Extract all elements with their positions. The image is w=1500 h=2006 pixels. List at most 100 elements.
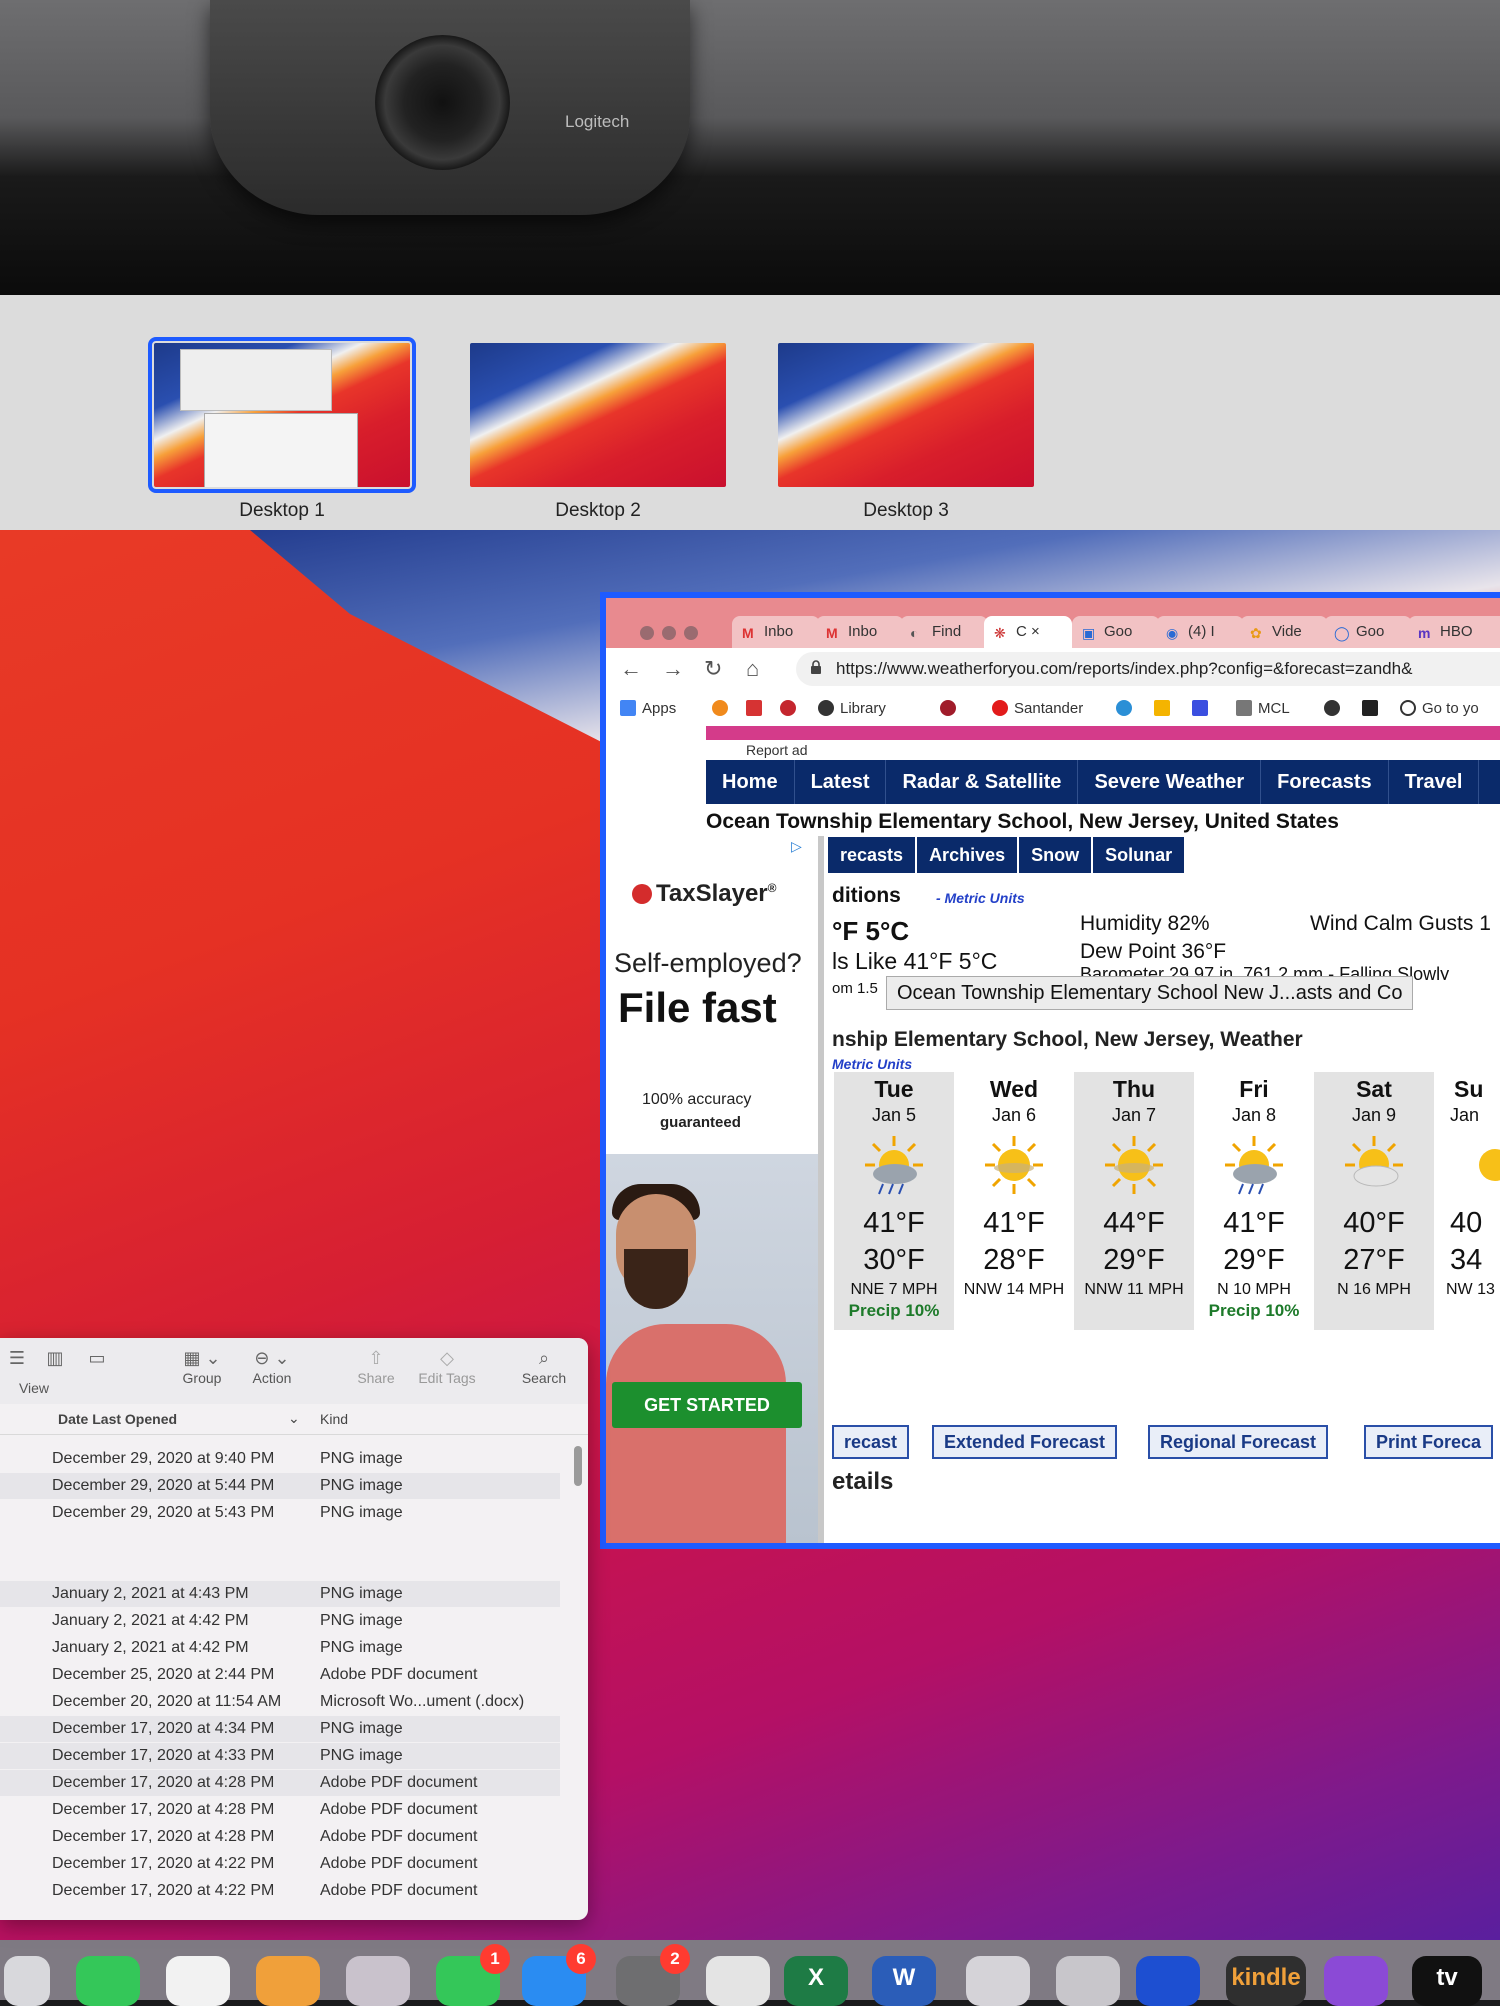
table-row[interactable]: January 2, 2021 at 4:42 PM PNG image (0, 1635, 560, 1661)
bookmark-mcl[interactable]: MCL (1236, 700, 1290, 717)
tab-find[interactable]: ◐ Find (900, 616, 988, 648)
forward-icon[interactable]: → (662, 656, 684, 682)
finder-scrollbar[interactable] (574, 1446, 582, 1486)
list-view-icon[interactable]: ☰ (2, 1348, 32, 1370)
subnav-snow[interactable]: Snow (1019, 837, 1094, 873)
table-row[interactable]: January 2, 2021 at 4:43 PM PNG image (0, 1581, 560, 1607)
dock-kindle-icon[interactable]: kindle (1226, 1956, 1306, 2006)
dock-excel-icon[interactable]: X (784, 1956, 848, 2006)
column-date-last-opened[interactable]: Date Last Opened (58, 1411, 177, 1427)
reload-icon[interactable]: ↻ (704, 656, 722, 682)
dock-blocked-icon[interactable] (1056, 1956, 1120, 2006)
table-row[interactable] (0, 1554, 560, 1580)
finder-window[interactable]: ☰ ▥ ▭ View ▦ ⌄ Group ⊖ ⌄ Action ⇧ Share ◇ Ed… (0, 1338, 588, 1920)
table-row[interactable]: December 29, 2020 at 9:40 PM PNG image (0, 1446, 560, 1472)
zoom-window-button[interactable] (684, 626, 698, 640)
table-row[interactable]: December 20, 2020 at 11:54 AM Microsoft W… (0, 1689, 560, 1715)
table-row[interactable] (0, 1527, 560, 1553)
forecast-button[interactable]: recast (832, 1425, 910, 1459)
tab-inbox-1[interactable]: M Inbo (732, 616, 820, 648)
subnav-forecasts[interactable]: recasts (828, 837, 918, 873)
desktop-2-thumbnail[interactable] (470, 343, 726, 487)
taxslayer-ad[interactable]: ▷ TaxSlayer® Self-employed? File fast 10… (606, 836, 824, 1543)
dock-abc-icon[interactable] (1136, 1956, 1200, 2006)
desktop-1-thumbnail[interactable] (148, 337, 416, 493)
address-bar[interactable]: https://www.weatherforyou.com/reports/in… (796, 652, 1500, 686)
table-row[interactable]: December 29, 2020 at 5:44 PM PNG image (0, 1473, 560, 1499)
adchoices-icon[interactable]: ▷ (791, 838, 805, 854)
table-row[interactable]: December 17, 2020 at 4:28 PM Adobe PDF do… (0, 1797, 560, 1823)
nav-radar[interactable]: Radar & Satellite (886, 760, 1079, 804)
dock-word-icon[interactable]: W (872, 1956, 936, 2006)
dock-facetime-icon[interactable]: 1 (436, 1944, 510, 2006)
tab-close-icon[interactable]: × (1031, 623, 1040, 640)
bookmark-library[interactable]: Library (818, 700, 886, 717)
get-started-button[interactable]: GET STARTED (612, 1382, 802, 1428)
bookmark-shield[interactable] (940, 700, 962, 717)
table-row[interactable]: December 17, 2020 at 4:34 PM PNG image (0, 1716, 560, 1742)
table-row[interactable]: December 17, 2020 at 4:22 PM Adobe PDF do… (0, 1851, 560, 1877)
dock-app-store-icon[interactable]: 6 (522, 1944, 596, 2006)
bookmark-goto[interactable]: Go to yo (1400, 700, 1479, 717)
table-row[interactable]: December 17, 2020 at 4:22 PM Adobe PDF do… (0, 1878, 560, 1904)
gallery-view-icon[interactable]: ▭ (82, 1348, 112, 1370)
regional-forecast-button[interactable]: Regional Forecast (1148, 1425, 1329, 1459)
bookmark-square[interactable] (1362, 700, 1384, 717)
group-button[interactable]: ▦ ⌄ Group (172, 1348, 232, 1386)
tab-inbox-2[interactable]: M Inbo (816, 616, 904, 648)
back-icon[interactable]: ← (620, 656, 642, 682)
dock-books-icon[interactable] (256, 1956, 320, 2006)
nav-travel[interactable]: Travel (1389, 760, 1480, 804)
chevron-down-icon[interactable]: ⌄ (288, 1410, 300, 1427)
table-row[interactable]: December 17, 2020 at 4:33 PM PNG image (0, 1743, 560, 1769)
edit-tags-button[interactable]: ◇ Edit Tags (412, 1348, 482, 1386)
nav-home[interactable]: Home (706, 760, 795, 804)
bookmark-dark[interactable] (1324, 700, 1346, 717)
table-row[interactable]: December 25, 2020 at 2:44 PM Adobe PDF do… (0, 1662, 560, 1688)
tab-google-1[interactable]: ▣ Goo (1072, 616, 1160, 648)
subnav-solunar[interactable]: Solunar (1093, 837, 1187, 873)
nav-severe[interactable]: Severe Weather (1078, 760, 1262, 804)
bookmark-firefox[interactable] (712, 700, 734, 717)
dock-screenshot-icon[interactable] (966, 1956, 1030, 2006)
bookmark-chart[interactable] (746, 700, 768, 717)
tab-chat[interactable]: ◉ (4) I (1156, 616, 1244, 648)
minimize-window-button[interactable] (662, 626, 676, 640)
bookmark-dropbox[interactable] (1192, 700, 1214, 717)
report-ad-link[interactable]: Report ad (746, 742, 807, 758)
tab-video[interactable]: ✿ Vide (1240, 616, 1328, 648)
dock-finder-icon[interactable] (4, 1956, 50, 2006)
dock-messages-icon[interactable] (76, 1956, 140, 2006)
nav-latest[interactable]: Latest (795, 760, 887, 804)
bookmark-apps[interactable]: Apps (620, 700, 676, 717)
column-kind[interactable]: Kind (320, 1411, 348, 1427)
table-row[interactable]: January 2, 2021 at 4:42 PM PNG image (0, 1608, 560, 1634)
tab-google-2[interactable]: ◯ Goo (1324, 616, 1412, 648)
dock-chrome-icon[interactable] (706, 1956, 770, 2006)
bookmark-drive[interactable] (1154, 700, 1176, 717)
close-window-button[interactable] (640, 626, 654, 640)
table-row[interactable]: December 17, 2020 at 4:28 PM Adobe PDF do… (0, 1770, 560, 1796)
column-view-icon[interactable]: ▥ (40, 1348, 70, 1370)
dock-news-icon[interactable] (166, 1956, 230, 2006)
nav-forecasts[interactable]: Forecasts (1261, 760, 1389, 804)
tab-weather-active[interactable]: ❋ C × (984, 616, 1072, 648)
dock-tv-icon[interactable]: tv (1412, 1956, 1482, 2006)
bookmark-globe[interactable] (1116, 700, 1138, 717)
tab-hbo[interactable]: m HBO (1408, 616, 1500, 648)
dock-app-icon[interactable] (346, 1956, 410, 2006)
dock-system-preferences-icon[interactable]: 2 (616, 1944, 690, 2006)
forecast-metric-link[interactable]: Metric Units (832, 1056, 912, 1072)
action-button[interactable]: ⊖ ⌄ Action (242, 1348, 302, 1386)
search-button[interactable]: ⌕ Search (514, 1348, 574, 1386)
subnav-archives[interactable]: Archives (917, 837, 1020, 873)
bookmark-santander[interactable]: Santander (992, 700, 1083, 717)
extended-forecast-button[interactable]: Extended Forecast (932, 1425, 1118, 1459)
share-button[interactable]: ⇧ Share (346, 1348, 406, 1386)
bookmark-red[interactable] (780, 700, 802, 717)
desktop-3-thumbnail[interactable] (778, 343, 1034, 487)
table-row[interactable]: December 17, 2020 at 4:28 PM Adobe PDF do… (0, 1824, 560, 1850)
table-row[interactable]: December 29, 2020 at 5:43 PM PNG image (0, 1500, 560, 1526)
browser-window[interactable]: M Inbo M Inbo ◐ Find ❋ C × ▣ Goo ◉ (4) I ✿ Vide… (600, 592, 1500, 1549)
home-icon[interactable]: ⌂ (746, 656, 759, 682)
